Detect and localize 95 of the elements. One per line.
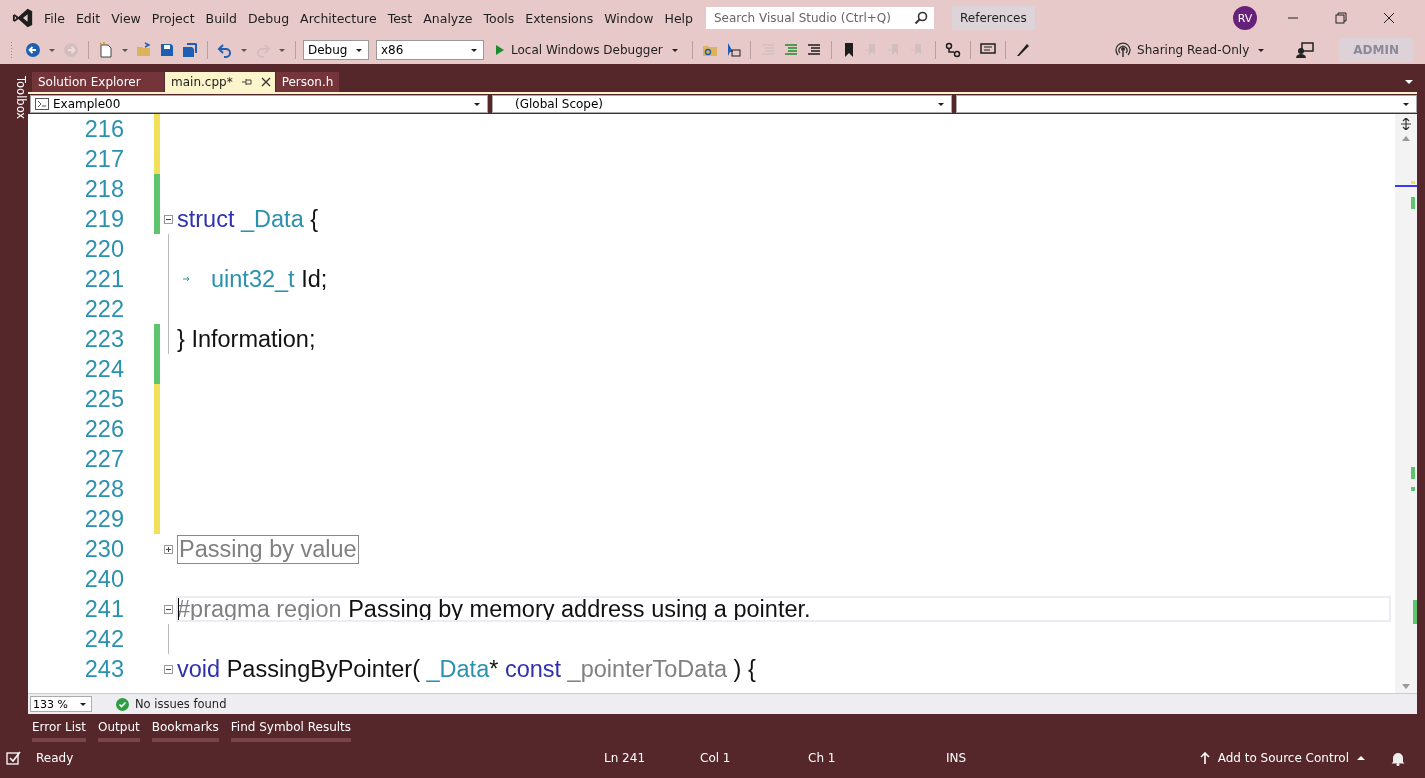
document-tab[interactable]: main.cpp* xyxy=(165,72,275,92)
project-icon xyxy=(35,98,49,110)
zoom-dropdown[interactable]: 133 % xyxy=(30,696,92,712)
menu-item[interactable]: Window xyxy=(604,10,665,26)
line-number: 242 xyxy=(83,625,124,653)
scroll-up-icon[interactable] xyxy=(1402,136,1410,141)
tab-overflow-caret-icon[interactable] xyxy=(1405,80,1413,84)
user-avatar[interactable]: RV xyxy=(1233,6,1257,30)
references-button[interactable]: References xyxy=(952,6,1035,30)
menu-item[interactable]: Analyze xyxy=(423,10,484,26)
toolbar-grip[interactable] xyxy=(10,41,14,59)
menu-item[interactable]: Architecture xyxy=(300,10,388,26)
menu-item[interactable]: Tools xyxy=(483,10,526,26)
tab-label: main.cpp* xyxy=(171,75,233,89)
checkbox-icon xyxy=(6,751,22,765)
caret-icon[interactable] xyxy=(122,48,128,52)
line-indicator: Ln 241 xyxy=(604,751,646,765)
caret-icon[interactable] xyxy=(279,48,285,52)
line-number: 230 xyxy=(83,535,124,563)
line-number: 226 xyxy=(83,415,124,443)
line-number: 224 xyxy=(83,355,124,383)
sharing-button[interactable]: Sharing Read-Only xyxy=(1109,41,1274,59)
collapse-icon[interactable] xyxy=(164,664,173,674)
source-control-button[interactable]: Add to Source Control xyxy=(1193,750,1371,766)
search-icon xyxy=(914,11,928,25)
search-field[interactable]: Search Visual Studio (Ctrl+Q) xyxy=(706,7,934,29)
configuration-dropdown[interactable]: Debug xyxy=(303,40,369,60)
close-icon[interactable] xyxy=(260,77,271,87)
tool-window-tab[interactable]: Bookmarks xyxy=(151,714,219,742)
document-tab[interactable]: Solution Explorer xyxy=(32,72,164,92)
expand-icon[interactable] xyxy=(164,544,173,554)
save-all-icon[interactable] xyxy=(180,40,200,60)
line-number: 240 xyxy=(83,565,124,593)
code-text: } Information; xyxy=(177,325,316,353)
line-number: 221 xyxy=(83,265,124,293)
line-number: 217 xyxy=(83,145,124,173)
tool-window-tab[interactable]: Output xyxy=(98,714,140,742)
line-number: 227 xyxy=(83,445,124,473)
line-number: 222 xyxy=(83,295,124,323)
collapse-icon[interactable] xyxy=(164,604,173,614)
menu-item[interactable]: Debug xyxy=(248,10,301,26)
column-indicator: Col 1 xyxy=(700,751,732,765)
line-number: 243 xyxy=(83,655,124,683)
line-number: 220 xyxy=(83,235,124,263)
tab-label: Solution Explorer xyxy=(38,75,141,89)
caret-icon[interactable] xyxy=(49,48,55,52)
split-icon[interactable] xyxy=(1400,118,1412,130)
menu-item[interactable]: Build xyxy=(205,10,248,26)
scope-dropdown[interactable]: (Global Scope) xyxy=(492,95,952,113)
admin-badge: ADMIN xyxy=(1339,38,1413,62)
bell-icon[interactable] xyxy=(1391,750,1405,766)
vertical-scrollbar[interactable] xyxy=(1395,114,1417,693)
collapsed-region[interactable]: Passing by value xyxy=(177,534,359,564)
line-number: 219 xyxy=(83,205,124,233)
line-number: 223 xyxy=(83,325,124,353)
line-number: 225 xyxy=(83,385,124,413)
collapse-icon[interactable] xyxy=(164,214,173,224)
menu-item[interactable]: Help xyxy=(664,10,704,26)
platform-dropdown[interactable]: x86 xyxy=(376,40,484,60)
up-arrow-icon xyxy=(1199,752,1210,764)
menu-item[interactable]: Test xyxy=(387,10,424,26)
play-icon xyxy=(495,44,505,56)
restore-icon[interactable] xyxy=(1335,12,1347,24)
check-circle-icon xyxy=(116,697,129,711)
start-debugger-button[interactable]: Local Windows Debugger xyxy=(491,39,685,61)
insert-mode-indicator[interactable]: INS xyxy=(946,751,967,765)
close-icon[interactable] xyxy=(1383,12,1395,24)
tool-window-tab[interactable]: Find Symbol Results xyxy=(230,714,352,742)
project-dropdown[interactable]: Example00 xyxy=(30,95,488,113)
code-text: struct _Data { xyxy=(177,205,319,233)
line-number: 228 xyxy=(83,475,124,503)
broadcast-icon xyxy=(1115,42,1132,58)
tool-window-tab[interactable]: Error List xyxy=(32,714,87,742)
caret-icon[interactable] xyxy=(241,48,247,52)
code-text: #pragma region Passing by memory address using a pointer. xyxy=(177,595,811,623)
issues-status[interactable]: No issues found xyxy=(135,697,227,711)
code-text: void PassingByPointer( _Data* const _pointerToData ) { xyxy=(177,655,756,683)
line-number: 241 xyxy=(83,595,124,623)
pin-icon[interactable] xyxy=(240,77,253,87)
feedback-icon[interactable] xyxy=(1296,42,1315,58)
app-logo-icon xyxy=(12,7,34,29)
char-indicator: Ch 1 xyxy=(808,751,837,765)
tab-label: Person.h xyxy=(281,75,334,89)
scroll-marker-icon xyxy=(1413,600,1417,624)
document-tab[interactable]: Person.h xyxy=(275,72,340,92)
menu-item[interactable]: Project xyxy=(151,10,206,26)
line-number: 218 xyxy=(83,175,124,203)
menu-item[interactable]: Extensions xyxy=(525,10,605,26)
line-number: 229 xyxy=(83,505,124,533)
status-text: Ready xyxy=(36,751,75,765)
menu-item[interactable]: View xyxy=(111,10,152,26)
line-number: 216 xyxy=(83,115,124,143)
menu-item[interactable]: File xyxy=(44,10,76,26)
menu-item[interactable]: Edit xyxy=(75,10,112,26)
code-text: uint32_t Id; xyxy=(211,265,328,293)
